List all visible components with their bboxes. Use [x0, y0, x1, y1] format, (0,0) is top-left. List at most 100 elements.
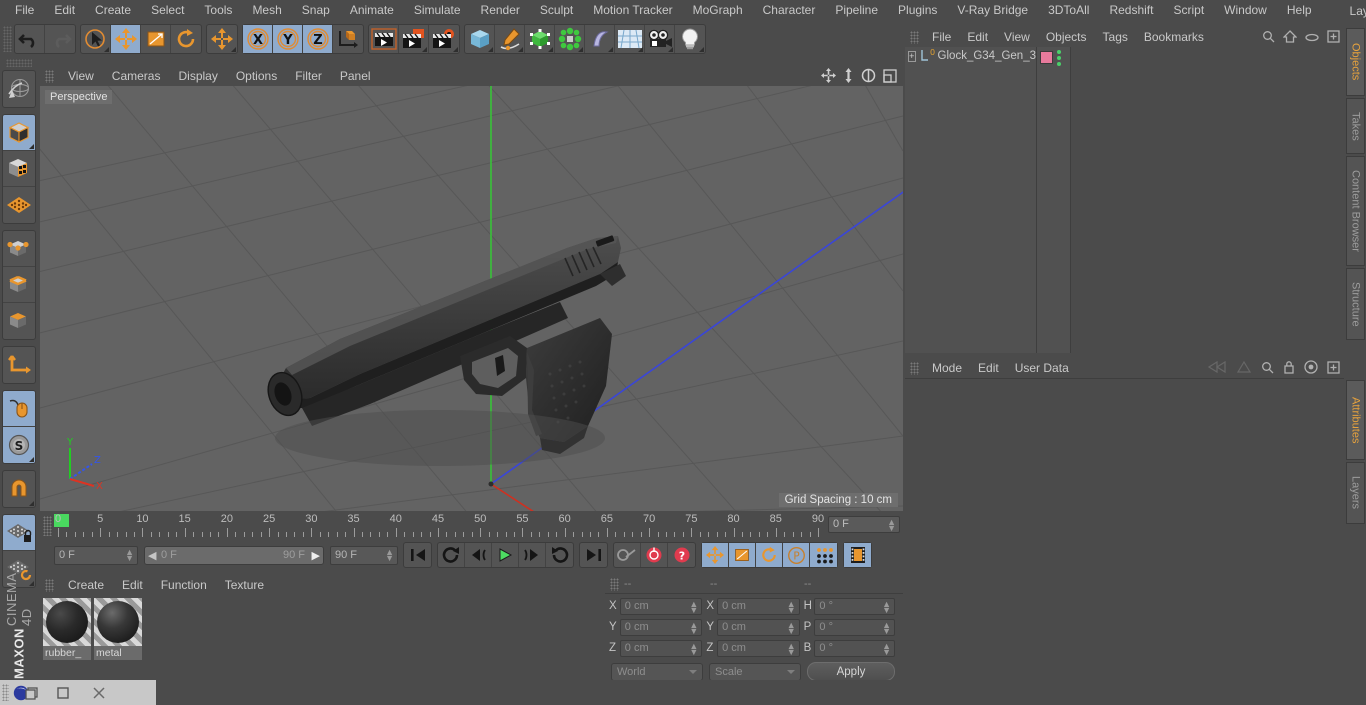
end-frame-field[interactable]: 90 F ▲ ▼: [330, 545, 398, 565]
spinner-icon[interactable]: ▲ ▼: [787, 599, 796, 614]
step-back-button[interactable]: [465, 543, 492, 567]
lock-z-button[interactable]: Z: [303, 25, 333, 53]
pos-z-input[interactable]: 0 cm ▲ ▼: [619, 639, 703, 657]
redo-button[interactable]: [45, 25, 75, 53]
polygons-mode-button[interactable]: [3, 303, 35, 339]
menu-script[interactable]: Script: [1163, 0, 1214, 21]
lock-x-button[interactable]: X: [243, 25, 273, 53]
history-back-icon[interactable]: [1207, 360, 1227, 377]
add-floor-button[interactable]: [615, 25, 645, 53]
target-icon[interactable]: [1304, 360, 1318, 377]
add-deformer-button[interactable]: [585, 25, 615, 53]
move-tool-button[interactable]: [111, 25, 141, 53]
attributes-content-area[interactable]: [905, 378, 1344, 680]
viewport-grip[interactable]: [45, 69, 54, 83]
menu-create[interactable]: Create: [85, 0, 141, 21]
menu-tools[interactable]: Tools: [194, 0, 242, 21]
play-button[interactable]: [492, 543, 519, 567]
material-menu-texture[interactable]: Texture: [216, 575, 273, 595]
rot-p-input[interactable]: 0 ° ▲ ▼: [814, 618, 895, 636]
timeline-film-button[interactable]: [844, 543, 871, 567]
objects-tree[interactable]: + 0 Glock_G34_Gen_3: [905, 47, 1037, 353]
lock-icon[interactable]: [1283, 360, 1295, 377]
go-to-start-button[interactable]: [404, 543, 431, 567]
add-camera-button[interactable]: [645, 25, 675, 53]
viewport-menu-view[interactable]: View: [59, 66, 103, 86]
dolly-view-icon[interactable]: [843, 68, 854, 86]
viewport-menu-options[interactable]: Options: [227, 66, 286, 86]
undo-button[interactable]: [15, 25, 45, 53]
ellipse-icon[interactable]: [1305, 31, 1319, 45]
attributes-menu-edit[interactable]: Edit: [970, 358, 1007, 378]
material-tag-icon[interactable]: [1040, 51, 1053, 64]
close-window-button[interactable]: [81, 680, 117, 705]
material-item[interactable]: rubber_: [43, 598, 91, 680]
taskbar-grip[interactable]: [2, 684, 9, 701]
material-list[interactable]: rubber_ metal: [40, 595, 602, 680]
viewport-menu-display[interactable]: Display: [169, 66, 226, 86]
soft-selection-button[interactable]: S: [3, 427, 35, 463]
rotate-tool-button[interactable]: [171, 25, 201, 53]
add-cube-button[interactable]: [465, 25, 495, 53]
menu-mograph[interactable]: MoGraph: [683, 0, 753, 21]
spinner-icon[interactable]: ▲ ▼: [787, 620, 796, 635]
lock-y-button[interactable]: Y: [273, 25, 303, 53]
tab-objects[interactable]: Objects: [1346, 28, 1365, 96]
menu-snap[interactable]: Snap: [292, 0, 340, 21]
material-menu-function[interactable]: Function: [152, 575, 216, 595]
add-generator-button[interactable]: [525, 25, 555, 53]
objects-empty-area[interactable]: [1071, 47, 1344, 353]
tab-structure[interactable]: Structure: [1346, 268, 1365, 340]
size-y-input[interactable]: 0 cm ▲ ▼: [717, 618, 800, 636]
workplane-mode-button[interactable]: [3, 187, 35, 223]
history-forward-icon[interactable]: [1236, 360, 1252, 377]
tab-takes[interactable]: Takes: [1346, 98, 1365, 154]
toolbar-grip[interactable]: [3, 26, 12, 52]
play-backwards-loop-button[interactable]: [438, 543, 465, 567]
render-to-picture-viewer-button[interactable]: [399, 25, 429, 53]
render-view-button[interactable]: [369, 25, 399, 53]
attributes-menu-mode[interactable]: Mode: [924, 358, 970, 378]
key-parameter-button[interactable]: P: [783, 543, 810, 567]
viewport-menu-panel[interactable]: Panel: [331, 66, 380, 86]
move-duplicate-button[interactable]: [207, 25, 237, 53]
points-mode-button[interactable]: [3, 231, 35, 267]
menu-redshift[interactable]: Redshift: [1099, 0, 1163, 21]
objects-menu-file[interactable]: File: [924, 28, 959, 47]
spinner-icon[interactable]: ▲ ▼: [385, 547, 394, 562]
spinner-icon[interactable]: ▲ ▼: [882, 620, 891, 635]
objects-menu-tags[interactable]: Tags: [1095, 28, 1136, 47]
material-thumbnail[interactable]: [43, 598, 91, 646]
menu-character[interactable]: Character: [753, 0, 826, 21]
menu-window[interactable]: Window: [1214, 0, 1277, 21]
size-x-input[interactable]: 0 cm ▲ ▼: [717, 597, 800, 615]
expand-toggle-icon[interactable]: +: [908, 50, 916, 62]
rot-h-input[interactable]: 0 ° ▲ ▼: [814, 597, 895, 615]
objects-tag-column[interactable]: [1037, 47, 1071, 353]
coordinate-mode-dropdown[interactable]: Scale: [709, 662, 801, 681]
material-item[interactable]: metal: [94, 598, 142, 680]
maximize-window-button[interactable]: [45, 680, 81, 705]
tag-dots-icon[interactable]: [1057, 49, 1061, 66]
menu-simulate[interactable]: Simulate: [404, 0, 471, 21]
perspective-viewport[interactable]: Perspective Grid Spacing : 10 cm Y Z X: [40, 86, 903, 511]
pos-x-input[interactable]: 0 cm ▲ ▼: [619, 597, 703, 615]
menu-select[interactable]: Select: [141, 0, 194, 21]
menu-pipeline[interactable]: Pipeline: [825, 0, 888, 21]
menu-edit[interactable]: Edit: [44, 0, 85, 21]
spinner-icon[interactable]: ▲ ▼: [882, 641, 891, 656]
objects-menu-edit[interactable]: Edit: [959, 28, 996, 47]
viewport-menu-cameras[interactable]: Cameras: [103, 66, 170, 86]
menu-plugins[interactable]: Plugins: [888, 0, 947, 21]
attributes-menu-user-data[interactable]: User Data: [1007, 358, 1077, 378]
coordinate-system-dropdown[interactable]: World: [611, 662, 703, 681]
new-layer-icon[interactable]: [1327, 30, 1340, 46]
key-scale-button[interactable]: [729, 543, 756, 567]
select-tool-button[interactable]: [81, 25, 111, 53]
go-to-end-button[interactable]: [580, 543, 607, 567]
spinner-icon[interactable]: ▲ ▼: [689, 620, 698, 635]
rotate-view-icon[interactable]: [861, 68, 876, 86]
menu-vray-bridge[interactable]: V-Ray Bridge: [947, 0, 1038, 21]
add-spline-button[interactable]: [495, 25, 525, 53]
spinner-icon[interactable]: ▲ ▼: [689, 599, 698, 614]
